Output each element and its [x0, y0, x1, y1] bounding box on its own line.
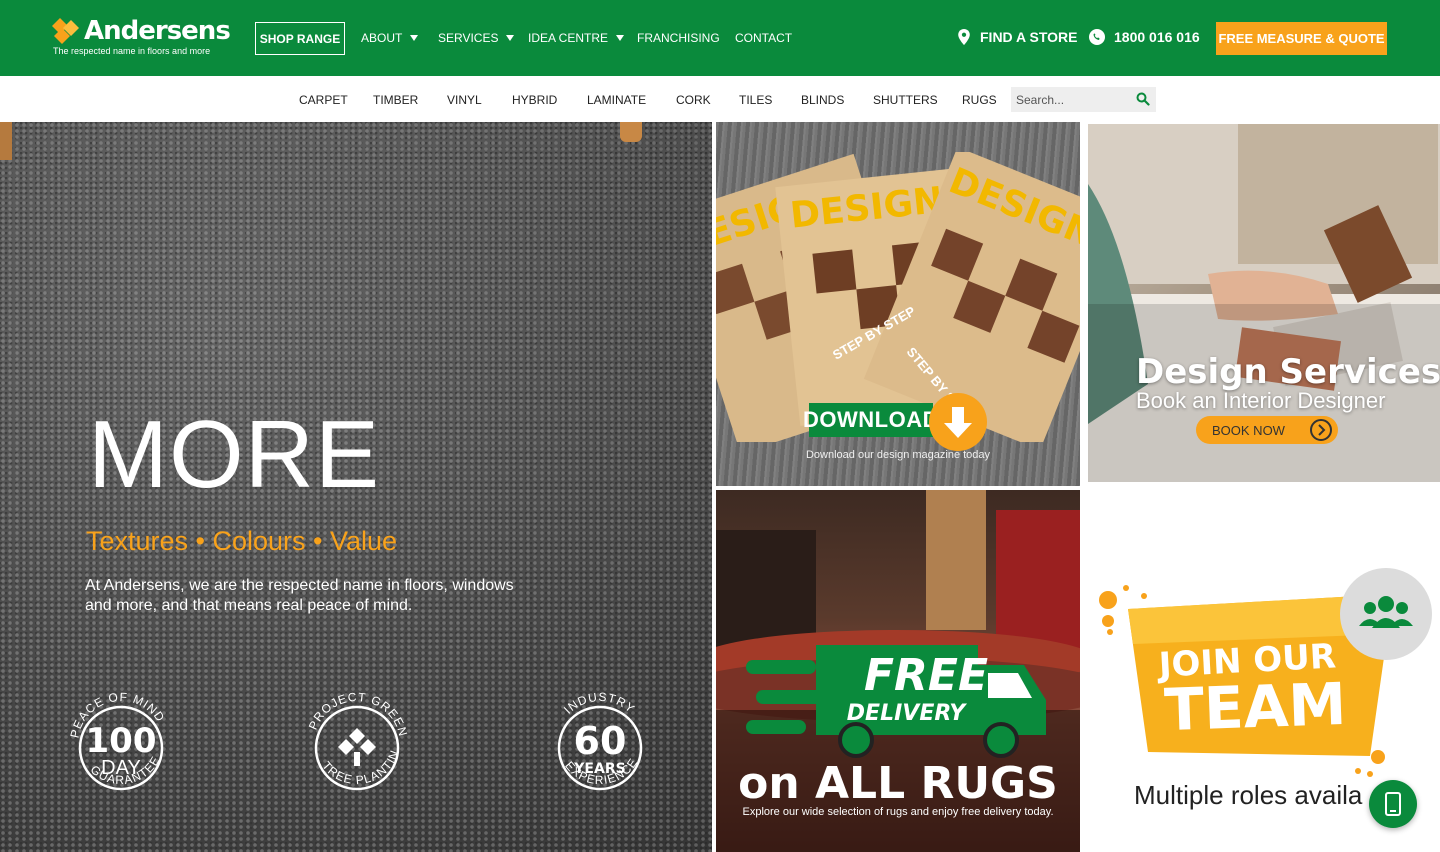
category-blinds[interactable]: BLINDS — [801, 93, 844, 107]
project-green-badge: PROJECT GREEN TREE PLANTING — [297, 671, 412, 802]
top-header: Andersens The respected name in floors a… — [0, 0, 1440, 76]
nav-franchising-label: FRANCHISING — [637, 31, 720, 45]
search-icon[interactable] — [1136, 92, 1150, 106]
phone-link[interactable]: 1800 016 016 — [1089, 29, 1200, 45]
category-bar: CARPET TIMBER VINYL HYBRID LAMINATE CORK… — [0, 76, 1440, 122]
free-measure-quote-button[interactable]: FREE MEASURE & QUOTE — [1216, 22, 1387, 55]
logo-name: Andersens — [84, 16, 231, 46]
phone-icon — [1089, 29, 1105, 45]
hero-subtitle: Textures • Colours • Value — [86, 526, 398, 556]
search-input[interactable] — [1011, 87, 1156, 112]
nav-idea-centre-label: IDEA CENTRE — [528, 31, 609, 45]
nav-services[interactable]: SERVICES — [438, 31, 515, 45]
category-tiles[interactable]: TILES — [739, 93, 772, 107]
find-store-link[interactable]: FIND A STORE — [957, 29, 1078, 45]
delivery-truck-icon: FREE DELIVERY — [746, 645, 1046, 758]
free-delivery-rugs-tile[interactable]: FREE DELIVERY on ALL RUGS Explore our wi… — [716, 490, 1080, 852]
rugs-description: Explore our wide selection of rugs and e… — [742, 806, 1054, 818]
map-pin-icon — [958, 29, 970, 45]
svg-text:INDUSTRY: INDUSTRY — [561, 690, 638, 717]
hero-banner[interactable]: MORE Textures • Colours • Value At Ander… — [0, 122, 712, 852]
chevron-down-icon — [506, 35, 515, 41]
team-roles-text: Multiple roles availa — [1134, 780, 1363, 810]
experience-number: 60 — [574, 719, 627, 763]
category-hybrid[interactable]: HYBRID — [512, 93, 557, 107]
nav-contact-label: CONTACT — [735, 31, 793, 45]
mobile-chat-button[interactable] — [1369, 780, 1417, 828]
shop-range-button[interactable]: SHOP RANGE — [255, 22, 345, 55]
nav-about-label: ABOUT — [361, 31, 403, 45]
book-now-label: BOOK NOW — [1212, 422, 1285, 438]
logo-tagline: The respected name in floors and more — [53, 46, 211, 56]
download-arrow-icon[interactable] — [929, 393, 987, 451]
hero-description: At Andersens, we are the respected name … — [85, 577, 514, 614]
project-green-badge-icon: PROJECT GREEN TREE PLANTING — [297, 671, 409, 791]
download-magazine-tile[interactable]: DESIGN DESIGN DESIGN STEP BY STEP STEP B… — [716, 122, 1080, 486]
download-button[interactable]: DOWNLOAD — [803, 403, 939, 437]
nav-franchising[interactable]: FRANCHISING — [637, 31, 720, 45]
category-cork[interactable]: CORK — [676, 93, 711, 107]
experience-arc-top: INDUSTRY — [561, 690, 637, 717]
magazine-pages-image: DESIGN DESIGN DESIGN STEP BY STEP STEP B… — [716, 152, 1080, 442]
mobile-phone-icon — [1385, 792, 1401, 816]
experience-badge-icon: INDUSTRY 60 YEARS EXPERIENCE — [557, 690, 643, 791]
design-services-subtitle: Book an Interior Designer — [1136, 388, 1386, 413]
phone-number: 1800 016 016 — [1114, 29, 1200, 45]
andersens-logo[interactable]: Andersens The respected name in floors a… — [52, 16, 231, 60]
category-vinyl[interactable]: VINYL — [447, 93, 482, 107]
category-timber[interactable]: TIMBER — [373, 93, 418, 107]
diamond-tree-icon — [338, 728, 376, 766]
design-services-title: Design Services — [1136, 352, 1440, 392]
logo-diamond-icon — [52, 18, 79, 44]
chevron-down-icon — [410, 35, 419, 41]
free-label: FREE — [864, 650, 988, 701]
chevron-down-icon — [616, 35, 625, 41]
book-now-button[interactable]: BOOK NOW — [1196, 416, 1338, 444]
rugs-title: on ALL RUGS — [738, 758, 1058, 809]
guarantee-number: 100 — [86, 721, 157, 761]
find-store-label: FIND A STORE — [980, 29, 1078, 45]
delivery-label: DELIVERY — [847, 701, 967, 726]
nav-contact[interactable]: CONTACT — [735, 31, 792, 45]
chevron-right-icon — [1310, 419, 1332, 441]
category-shutters[interactable]: SHUTTERS — [873, 93, 938, 107]
category-laminate[interactable]: LAMINATE — [587, 93, 646, 107]
nav-about[interactable]: ABOUT — [361, 31, 419, 45]
nav-services-label: SERVICES — [438, 31, 499, 45]
team-label: TEAM — [1163, 670, 1347, 744]
download-caption: Download our design magazine today — [805, 449, 991, 461]
nav-idea-centre[interactable]: IDEA CENTRE — [528, 31, 625, 45]
category-rugs[interactable]: RUGS — [962, 93, 997, 107]
guarantee-badge: PEACE OF MIND 100 DAY GUARANTEE — [66, 682, 176, 802]
category-carpet[interactable]: CARPET — [299, 93, 348, 107]
guarantee-badge-icon: PEACE OF MIND 100 DAY GUARANTEE — [67, 690, 167, 791]
experience-badge: INDUSTRY 60 YEARS EXPERIENCE — [545, 682, 655, 802]
hero-title: MORE — [88, 401, 380, 508]
design-services-tile[interactable]: Design Services Book an Interior Designe… — [1088, 124, 1440, 482]
